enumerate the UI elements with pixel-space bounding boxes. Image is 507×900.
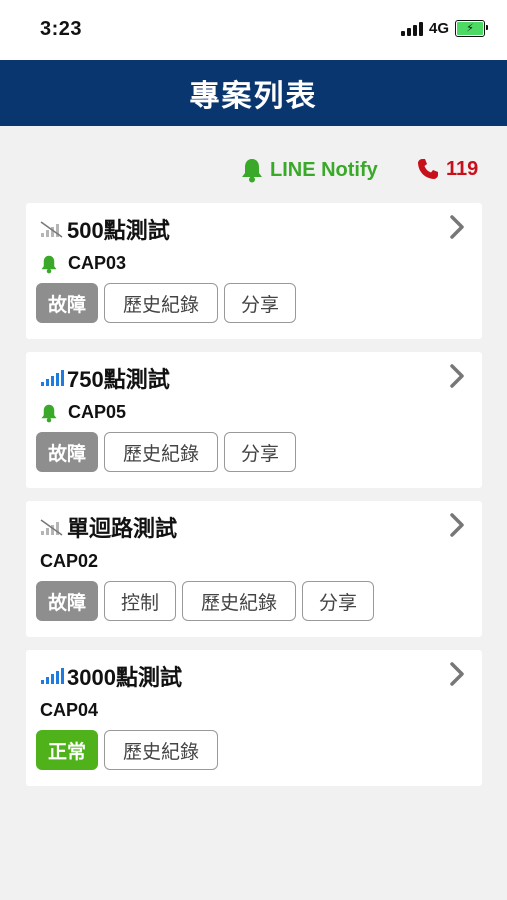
call-label: 119 (446, 157, 479, 180)
status-time: 3:23 (40, 18, 83, 40)
share-button[interactable]: 分享 (224, 283, 296, 323)
full-signal-icon (41, 370, 64, 386)
project-name: 單迴路測試 (67, 516, 178, 541)
device-id: CAP05 (68, 402, 127, 422)
project-actions: 故障 歷史紀錄 分享 (36, 283, 296, 323)
chevron-right-icon[interactable] (446, 660, 468, 688)
status-indicators: 4G ⚡ (400, 20, 488, 37)
device-row: CAP03 (40, 253, 126, 274)
status-badge[interactable]: 正常 (36, 730, 98, 770)
status-badge[interactable]: 故障 (36, 581, 98, 621)
bell-icon (41, 255, 57, 273)
device-row: CAP05 (40, 402, 126, 423)
no-signal-icon (40, 221, 63, 238)
project-name: 3000點測試 (67, 665, 182, 690)
bell-icon (41, 404, 57, 422)
project-title-row: 500點測試 (40, 213, 170, 245)
project-card[interactable]: 500點測試 CAP03 故障 歷史紀錄 分享 (26, 203, 482, 339)
project-card[interactable]: 750點測試 CAP05 故障 歷史紀錄 分享 (26, 352, 482, 488)
cellular-signal-icon (400, 21, 423, 36)
device-row: CAP04 (40, 700, 98, 721)
line-notify-label: LINE Notify (270, 158, 378, 181)
phone-icon (418, 159, 438, 179)
no-signal-icon (40, 519, 63, 536)
history-button[interactable]: 歷史紀錄 (104, 283, 218, 323)
page-title: 專案列表 (189, 80, 318, 113)
project-title-row: 單迴路測試 (40, 511, 177, 543)
chevron-right-icon[interactable] (446, 511, 468, 539)
share-button[interactable]: 分享 (302, 581, 374, 621)
line-notify-button[interactable]: LINE Notify (240, 157, 378, 183)
history-button[interactable]: 歷史紀錄 (104, 432, 218, 472)
network-type: 4G (428, 20, 449, 37)
project-card[interactable]: 單迴路測試 CAP02 故障 控制 歷史紀錄 分享 (26, 501, 482, 637)
emergency-call-button[interactable]: 119 (416, 157, 478, 181)
device-id: CAP03 (68, 253, 127, 273)
project-actions: 正常 歷史紀錄 (36, 730, 218, 770)
control-button[interactable]: 控制 (104, 581, 176, 621)
chevron-right-icon[interactable] (446, 362, 468, 390)
project-actions: 故障 控制 歷史紀錄 分享 (36, 581, 374, 621)
project-card[interactable]: 3000點測試 CAP04 正常 歷史紀錄 (26, 650, 482, 786)
chevron-right-icon[interactable] (446, 213, 468, 241)
project-title-row: 750點測試 (40, 362, 170, 394)
battery-icon: ⚡ (455, 20, 488, 37)
device-id: CAP04 (40, 700, 99, 720)
history-button[interactable]: 歷史紀錄 (104, 730, 218, 770)
status-bar: 3:23 4G ⚡ (0, 0, 507, 60)
status-badge[interactable]: 故障 (36, 432, 98, 472)
navigation-bar: 專案列表 (0, 60, 507, 126)
project-actions: 故障 歷史紀錄 分享 (36, 432, 296, 472)
project-title-row: 3000點測試 (40, 660, 182, 692)
device-row: CAP02 (40, 551, 98, 572)
share-button[interactable]: 分享 (224, 432, 296, 472)
device-id: CAP02 (40, 551, 99, 571)
bell-icon (242, 159, 262, 183)
full-signal-icon (41, 668, 64, 684)
project-name: 500點測試 (67, 218, 170, 243)
status-badge[interactable]: 故障 (36, 283, 98, 323)
history-button[interactable]: 歷史紀錄 (182, 581, 296, 621)
project-name: 750點測試 (67, 367, 170, 392)
